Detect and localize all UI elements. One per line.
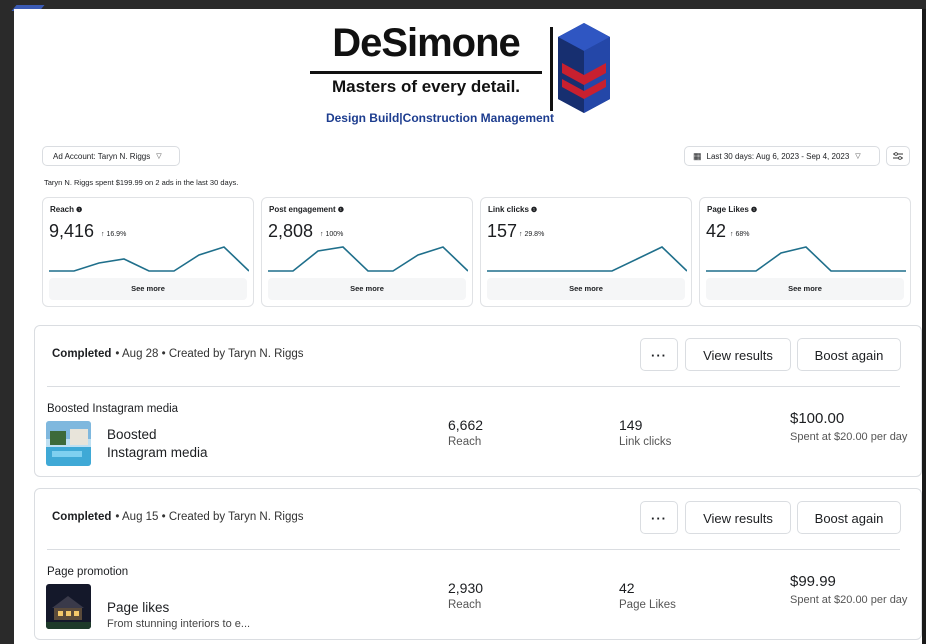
reach-value: 2,930 (448, 580, 484, 596)
ad-account-dropdown[interactable]: Ad Account: Taryn N. Riggs ▽ (42, 146, 180, 166)
page-likes-value: 42 (619, 580, 635, 596)
window-left-edge (0, 0, 14, 644)
spend-rate: Spent at $20.00 per day (790, 594, 908, 606)
view-results-button[interactable]: View results (685, 338, 791, 371)
campaign-name: Boosted Instagram media (107, 427, 208, 460)
see-more-button[interactable]: See more (49, 278, 247, 300)
info-icon[interactable]: ❶ (76, 207, 82, 214)
metric-change: ↑ 68% (730, 231, 750, 238)
metric-title: Post engagement ❶ (269, 205, 344, 214)
link-clicks-trend-chart (487, 246, 687, 272)
campaign-thumbnail[interactable] (46, 584, 91, 629)
campaign-status: Completed • Aug 15 • Created by Taryn N. … (52, 511, 304, 523)
trend-line (49, 246, 249, 272)
campaign-status: Completed • Aug 28 • Created by Taryn N. … (52, 348, 304, 360)
info-icon[interactable]: ❶ (531, 207, 537, 214)
campaign-name: Page likes (107, 600, 170, 615)
logo-subtitle: Design Build|Construction Management (325, 111, 555, 125)
cube-logo-icon (558, 23, 610, 113)
page-likes-label: Page Likes (619, 599, 676, 611)
metric-card-post-engagement: Post engagement ❶ 2,808 ↑ 100% See more (261, 197, 473, 307)
metric-change: ↑ 100% (320, 231, 344, 238)
window-top-edge (0, 0, 926, 9)
spend-rate: Spent at $20.00 per day (790, 431, 908, 443)
reach-label: Reach (448, 599, 482, 611)
page-likes-trend-chart (706, 246, 906, 272)
calendar-icon: ▦ (693, 150, 702, 161)
metric-title: Reach ❶ (50, 205, 83, 214)
boost-again-button[interactable]: Boost again (797, 338, 901, 371)
campaign-type: Page promotion (47, 566, 129, 578)
link-clicks-value: 149 (619, 417, 643, 433)
metric-value: 2,808 (268, 221, 314, 241)
info-icon[interactable]: ❶ (751, 207, 757, 214)
metric-value: 9,416 (49, 221, 95, 241)
trend-line (268, 246, 468, 272)
more-options-button[interactable]: ··· (640, 501, 678, 534)
boost-again-button[interactable]: Boost again (797, 501, 901, 534)
see-more-button[interactable]: See more (268, 278, 466, 300)
logo-divider (550, 27, 553, 111)
more-options-button[interactable]: ··· (640, 338, 678, 371)
view-results-button[interactable]: View results (685, 501, 791, 534)
divider (47, 386, 900, 387)
metric-card-link-clicks: Link clicks ❶ 157 ↑ 29.8% See more (480, 197, 692, 307)
see-more-button[interactable]: See more (706, 278, 904, 300)
logo-rule (310, 71, 542, 74)
desimone-logo: DeSimone Masters of every detail. Design… (310, 15, 610, 125)
logo-tagline: Masters of every detail. (331, 77, 521, 96)
divider (47, 549, 900, 550)
ads-dashboard-page: DeSimone Masters of every detail. Design… (14, 9, 922, 644)
metric-value: 157 (487, 221, 518, 241)
metric-change: ↑ 16.9% (101, 231, 127, 238)
trend-line (487, 246, 687, 272)
chevron-down-icon: ▽ (855, 153, 861, 160)
metric-value: 42 (706, 221, 727, 241)
amount-spent: $100.00 (790, 410, 845, 427)
campaign-type: Boosted Instagram media (47, 403, 179, 415)
reach-label: Reach (448, 436, 482, 448)
metric-card-page-likes: Page Likes ❶ 42 ↑ 68% See more (699, 197, 911, 307)
filter-settings-button[interactable] (886, 146, 910, 166)
campaign-card-instagram: Completed • Aug 28 • Created by Taryn N. … (34, 325, 922, 477)
date-range-label: Last 30 days: Aug 6, 2023 - Sep 4, 2023 (706, 151, 850, 161)
logo-name: DeSimone (332, 21, 521, 65)
metric-card-reach: Reach ❶ 9,416 ↑ 16.9% See more (42, 197, 254, 307)
see-more-button[interactable]: See more (487, 278, 685, 300)
campaign-description: From stunning interiors to e... (107, 618, 251, 630)
metric-title: Page Likes ❶ (707, 205, 758, 214)
link-clicks-label: Link clicks (619, 436, 672, 448)
chevron-down-icon: ▽ (156, 153, 162, 160)
metric-change: ↑ 29.8% (519, 231, 545, 238)
spend-summary: Taryn N. Riggs spent $199.99 on 2 ads in… (44, 178, 239, 187)
trend-line (706, 246, 906, 272)
reach-trend-chart (49, 246, 249, 272)
amount-spent: $99.99 (790, 573, 836, 590)
info-icon[interactable]: ❶ (338, 207, 344, 214)
campaign-thumbnail[interactable] (46, 421, 91, 466)
campaign-card-page-promotion: Completed • Aug 15 • Created by Taryn N. … (34, 488, 922, 640)
ad-account-label: Ad Account: Taryn N. Riggs (53, 151, 151, 161)
post-engagement-trend-chart (268, 246, 468, 272)
date-range-dropdown[interactable]: ▦ Last 30 days: Aug 6, 2023 - Sep 4, 202… (684, 146, 880, 166)
reach-value: 6,662 (448, 417, 484, 433)
sliders-icon (893, 152, 903, 160)
metric-title: Link clicks ❶ (488, 205, 538, 214)
